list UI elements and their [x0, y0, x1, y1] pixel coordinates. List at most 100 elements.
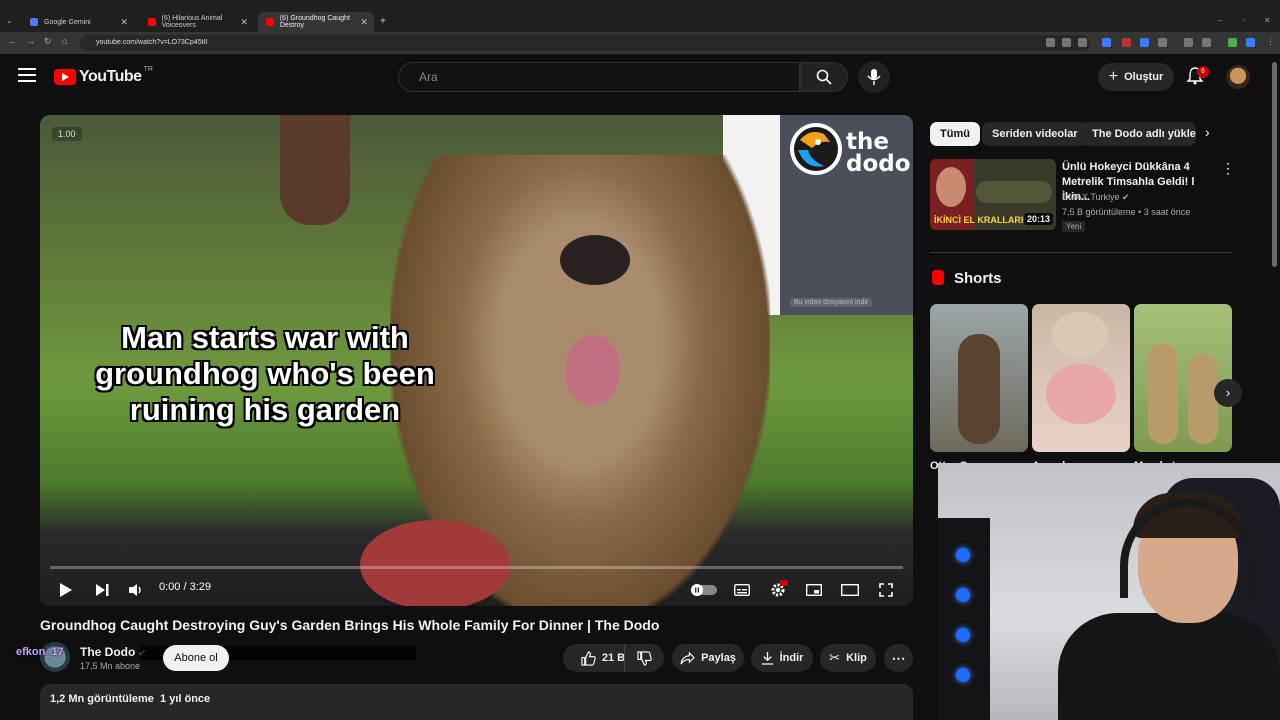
more-vertical-icon[interactable]: ⋮: [1221, 160, 1235, 177]
youtube-play-icon: [54, 69, 76, 85]
youtube-logo[interactable]: YouTube TR: [54, 65, 153, 86]
extension-icon[interactable]: [1202, 38, 1211, 47]
miniplayer-button[interactable]: [802, 578, 826, 602]
channel-name[interactable]: The Dodo ✔: [80, 645, 146, 659]
close-window-icon[interactable]: ✕: [1264, 16, 1271, 25]
chip-uploader[interactable]: The Dodo adlı yükleyici: [1082, 122, 1196, 146]
browser-tab-bar: ⌄ Google Gemini ✕ (6) Hilarious Animal V…: [0, 0, 1280, 32]
extension-icon[interactable]: [1184, 38, 1193, 47]
create-button[interactable]: + Oluştur: [1098, 63, 1174, 91]
clip-button[interactable]: ✂ Klip: [820, 644, 876, 672]
short-thumbnail-hedgehog[interactable]: [1032, 304, 1130, 452]
video-frame-groundhog-mouth: [565, 335, 620, 405]
section-divider: [930, 252, 1232, 253]
cast-icon[interactable]: [1046, 38, 1055, 47]
extension-icon[interactable]: [1122, 38, 1131, 47]
streamer-body: [1058, 613, 1280, 720]
microphone-icon: [867, 69, 881, 85]
recommended-channel[interactable]: DMAX Turkiye ✔: [1062, 192, 1130, 203]
chevron-right-icon[interactable]: ›: [1205, 124, 1210, 140]
webcam-overlay: [938, 463, 1280, 720]
thumbnail-text: İKİNCİ EL KRALLARI: [934, 215, 1024, 225]
browser-menu-icon[interactable]: ⋮: [1266, 36, 1275, 47]
short-thumbnail-otter[interactable]: [930, 304, 1028, 452]
volume-button[interactable]: [124, 578, 148, 602]
video-title: Groundhog Caught Destroying Guy's Garden…: [40, 617, 660, 633]
thumbs-up-icon: [581, 650, 596, 666]
search-button[interactable]: [800, 62, 848, 92]
extension-icon[interactable]: [1228, 38, 1237, 47]
rgb-fan-light: [956, 668, 970, 682]
autoplay-toggle[interactable]: [690, 578, 718, 602]
page-scrollbar[interactable]: [1272, 62, 1277, 267]
tab-gemini[interactable]: Google Gemini ✕: [22, 12, 134, 32]
view-count: 1,2 Mn görüntüleme: [50, 693, 154, 705]
bookmark-star-icon[interactable]: [1078, 38, 1087, 47]
create-label: Oluştur: [1124, 71, 1164, 83]
theater-mode-button[interactable]: [838, 578, 862, 602]
hedgehog-shape: [1052, 312, 1108, 358]
close-tab-icon[interactable]: ✕: [240, 17, 248, 28]
short-thumbnail-meerkat[interactable]: [1134, 304, 1232, 452]
play-button[interactable]: [54, 578, 78, 602]
hands-shape: [1046, 364, 1116, 424]
hamburger-menu-icon[interactable]: [18, 68, 36, 82]
search-input[interactable]: Ara: [398, 62, 800, 92]
skip-next-icon: [96, 584, 109, 596]
reload-icon[interactable]: ↻: [44, 36, 52, 47]
next-button[interactable]: [90, 578, 114, 602]
dodo-brand-text: the dodo: [846, 129, 911, 177]
shorts-next-button[interactable]: ›: [1214, 379, 1242, 407]
download-hint[interactable]: Bu video dosyasını indir: [790, 298, 873, 307]
address-bar[interactable]: youtube.com/watch?v=LO73Cp45tII: [80, 35, 1090, 51]
tab-animal-voiceovers[interactable]: (6) Hilarious Animal Voiceovers ✕: [140, 12, 254, 32]
extensions-puzzle-icon[interactable]: [1158, 38, 1167, 47]
download-button[interactable]: İndir: [751, 644, 813, 672]
chip-all[interactable]: Tümü: [930, 122, 980, 146]
more-actions-button[interactable]: ⋯: [884, 644, 913, 672]
subtitles-icon: [734, 584, 750, 596]
zoom-icon[interactable]: [1062, 38, 1071, 47]
new-tab-icon[interactable]: +: [380, 16, 386, 27]
thumbs-down-icon: [637, 650, 652, 666]
clip-label: Klip: [846, 652, 867, 664]
close-tab-icon[interactable]: ✕: [120, 17, 128, 28]
otter-shape: [958, 334, 1000, 444]
chip-series[interactable]: Seriden videolar: [982, 122, 1088, 146]
voice-search-button[interactable]: [858, 61, 890, 93]
profile-icon[interactable]: [1246, 38, 1255, 47]
minimize-icon[interactable]: –: [1218, 16, 1222, 25]
progress-bar[interactable]: [50, 566, 903, 569]
video-frame-hand: [360, 520, 510, 606]
extension-icon[interactable]: [1102, 38, 1111, 47]
subtitles-button[interactable]: [730, 578, 754, 602]
autoplay-toggle-icon: [691, 584, 717, 596]
tab-list-icon[interactable]: ⌄: [6, 16, 13, 25]
tab-groundhog[interactable]: (6) Groundhog Caught Destroy ✕: [258, 12, 374, 32]
close-tab-icon[interactable]: ✕: [360, 17, 368, 28]
maximize-icon[interactable]: ▫: [1242, 16, 1245, 25]
miniplayer-icon: [806, 584, 822, 596]
video-caption-overlay: Man starts war with groundhog who's been…: [95, 320, 435, 427]
user-avatar[interactable]: [1226, 65, 1250, 89]
download-label: İndir: [779, 652, 804, 664]
tab-label: Google Gemini: [44, 18, 91, 26]
home-icon[interactable]: ⌂: [62, 36, 67, 46]
extension-icon[interactable]: [1140, 38, 1149, 47]
search-icon: [816, 69, 832, 85]
settings-button[interactable]: [766, 578, 790, 602]
recommended-meta: 7,5 B görüntüleme • 3 saat önce: [1062, 207, 1191, 217]
playback-speed-badge: 1.00: [52, 127, 82, 141]
share-button[interactable]: Paylaş: [672, 644, 744, 672]
back-icon[interactable]: ←: [8, 36, 17, 46]
video-player[interactable]: Man starts war with groundhog who's been…: [40, 115, 913, 606]
video-frame-tree: [280, 115, 350, 225]
stream-overlay-username: efkon_17: [16, 646, 64, 658]
fullscreen-button[interactable]: [874, 578, 898, 602]
recommended-channel-text: DMAX Turkiye: [1062, 192, 1120, 202]
dislike-button[interactable]: [624, 644, 664, 672]
forward-icon[interactable]: →: [26, 36, 35, 46]
meerkat-shape: [1188, 354, 1218, 444]
subscribe-button[interactable]: Abone ol: [163, 645, 229, 671]
region-code: TR: [143, 65, 153, 73]
